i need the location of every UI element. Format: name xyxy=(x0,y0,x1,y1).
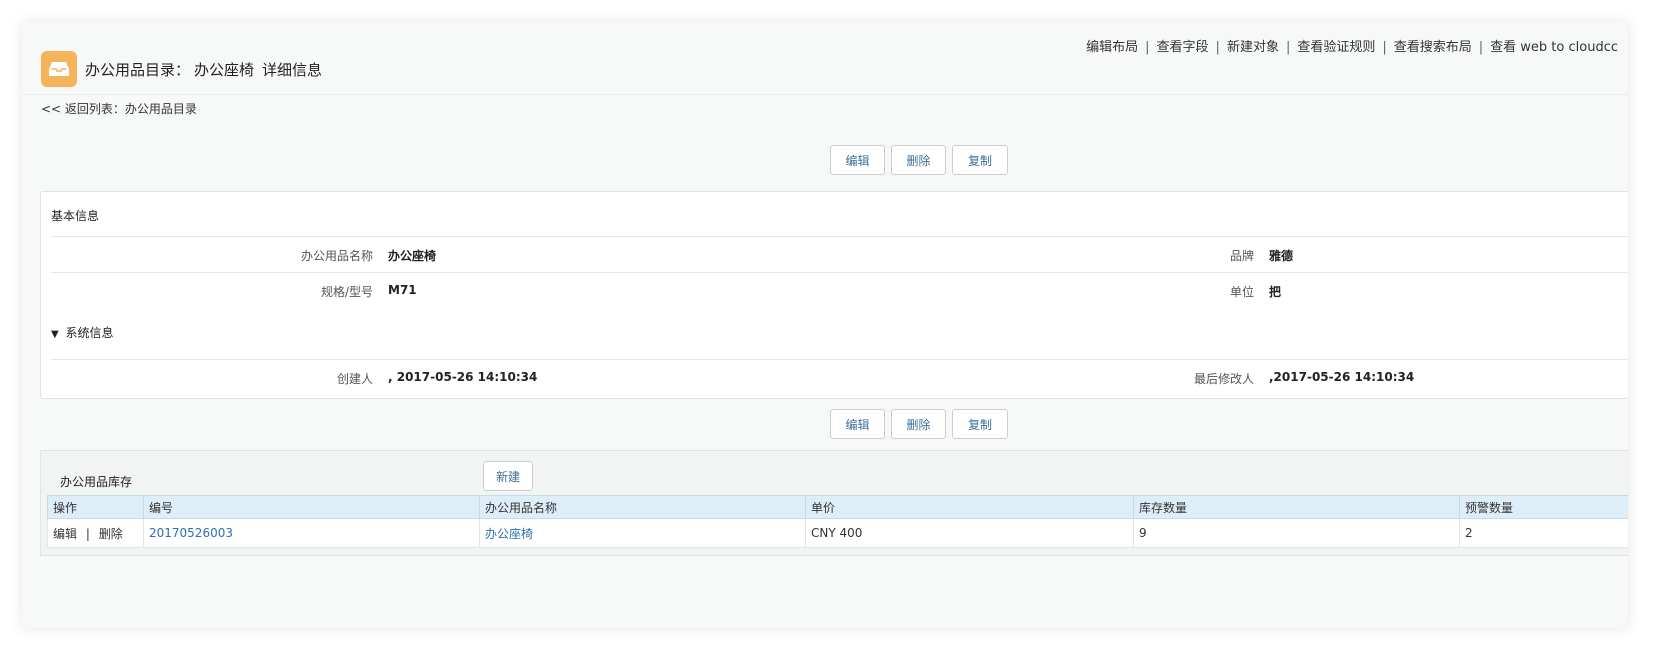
column-header-stock-quantity[interactable]: 库存数量 xyxy=(1133,495,1460,519)
title-suffix: 详细信息 xyxy=(262,60,323,79)
object-name: 办公用品目录： xyxy=(85,60,191,79)
edit-layout-link[interactable]: 编辑布局 xyxy=(1086,40,1138,55)
record-number-link[interactable]: 20170526003 xyxy=(149,526,233,540)
delete-button[interactable]: 删除 xyxy=(891,145,946,175)
view-validation-rules-link[interactable]: 查看验证规则 xyxy=(1297,40,1375,55)
field-value-unit: 把 xyxy=(1269,285,1282,299)
collapse-triangle-icon: ▼ xyxy=(51,329,59,340)
column-header-product-name[interactable]: 办公用品名称 xyxy=(479,495,806,519)
system-info-toggle[interactable]: ▼ 系统信息 xyxy=(51,324,114,341)
separator: | xyxy=(1215,40,1220,55)
cell-warning-quantity: 2 xyxy=(1459,518,1628,548)
page-title: 办公用品目录： 办公座椅 详细信息 xyxy=(85,59,322,80)
view-search-layout-link[interactable]: 查看搜索布局 xyxy=(1394,40,1472,55)
cell-product-name: 办公座椅 xyxy=(479,518,806,548)
view-web-to-cloudcc-link[interactable]: 查看 web to cloudcc xyxy=(1490,40,1618,55)
field-value-product-name: 办公座椅 xyxy=(388,249,437,263)
tray-icon xyxy=(41,51,77,87)
back-to-list-link[interactable]: << 返回列表：办公用品目录 xyxy=(41,100,197,117)
separator: | xyxy=(1478,40,1484,55)
row-delete-link[interactable]: 删除 xyxy=(99,527,123,541)
cell-stock-quantity: 9 xyxy=(1133,518,1460,548)
field-value-created-by: , 2017-05-26 14:10:34 xyxy=(388,370,538,384)
copy-button[interactable]: 复制 xyxy=(952,145,1008,175)
record-name: 办公座椅 xyxy=(194,60,255,79)
related-list-title: 办公用品库存 xyxy=(60,475,133,489)
table-row: 编辑 | 删除 20170526003 办公座椅 CNY 400 9 2 xyxy=(47,518,1628,548)
cell-unit-price: CNY 400 xyxy=(805,518,1134,548)
related-list-inventory: 办公用品库存 新建 操作 编号 办公用品名称 单价 库存数量 预警数量 编辑 |… xyxy=(40,450,1628,556)
inventory-table: 操作 编号 办公用品名称 单价 库存数量 预警数量 编辑 | 删除 201705… xyxy=(47,495,1628,548)
field-value-brand: 雅德 xyxy=(1269,249,1294,263)
column-header-warning-quantity[interactable]: 预警数量 xyxy=(1459,495,1628,519)
bottom-action-buttons: 编辑 删除 复制 xyxy=(830,409,1008,439)
column-header-actions: 操作 xyxy=(47,495,144,519)
field-label-brand: 品牌 xyxy=(1229,249,1254,263)
divider xyxy=(51,236,1628,237)
new-object-link[interactable]: 新建对象 xyxy=(1227,40,1279,55)
delete-button[interactable]: 删除 xyxy=(891,409,946,439)
field-label-last-modified-by: 最后修改人 xyxy=(1193,372,1254,386)
new-inventory-button[interactable]: 新建 xyxy=(483,461,533,491)
divider xyxy=(51,272,1628,273)
detail-panel: 基本信息 办公用品名称 办公座椅 品牌 雅德 规格/型号 M71 单位 把 ▼ … xyxy=(40,191,1628,399)
separator: | xyxy=(1145,40,1150,55)
field-value-model: M71 xyxy=(388,283,417,297)
detail-page-card: 编辑布局 | 查看字段 | 新建对象 | 查看验证规则 | 查看搜索布局 | 查看 web to c… xyxy=(22,22,1628,628)
divider xyxy=(51,359,1628,360)
field-label-unit: 单位 xyxy=(1229,285,1254,299)
field-label-model: 规格/型号 xyxy=(320,285,373,299)
separator: | xyxy=(1382,40,1387,55)
edit-button[interactable]: 编辑 xyxy=(830,409,885,439)
separator: | xyxy=(85,526,90,541)
field-value-last-modified-by: ,2017-05-26 14:10:34 xyxy=(1269,370,1415,384)
system-info-title: 系统信息 xyxy=(65,326,114,340)
field-label-created-by: 创建人 xyxy=(336,372,373,386)
column-header-number[interactable]: 编号 xyxy=(143,495,480,519)
top-links: 编辑布局 | 查看字段 | 新建对象 | 查看验证规则 | 查看搜索布局 | 查看 web to c… xyxy=(1086,36,1618,55)
edit-button[interactable]: 编辑 xyxy=(830,145,885,175)
copy-button[interactable]: 复制 xyxy=(952,409,1008,439)
product-name-link[interactable]: 办公座椅 xyxy=(485,527,533,541)
basic-info-title: 基本信息 xyxy=(51,209,100,223)
row-edit-link[interactable]: 编辑 xyxy=(53,527,77,541)
header-divider xyxy=(22,94,1628,95)
top-action-buttons: 编辑 删除 复制 xyxy=(830,145,1008,175)
separator: | xyxy=(1285,40,1291,55)
cell-number: 20170526003 xyxy=(143,518,480,548)
row-actions-cell: 编辑 | 删除 xyxy=(47,518,144,548)
field-label-product-name: 办公用品名称 xyxy=(300,249,373,263)
page-header: 办公用品目录： 办公座椅 详细信息 xyxy=(41,51,322,87)
view-fields-link[interactable]: 查看字段 xyxy=(1157,40,1209,55)
table-header-row: 操作 编号 办公用品名称 单价 库存数量 预警数量 xyxy=(47,495,1628,519)
column-header-unit-price[interactable]: 单价 xyxy=(805,495,1134,519)
